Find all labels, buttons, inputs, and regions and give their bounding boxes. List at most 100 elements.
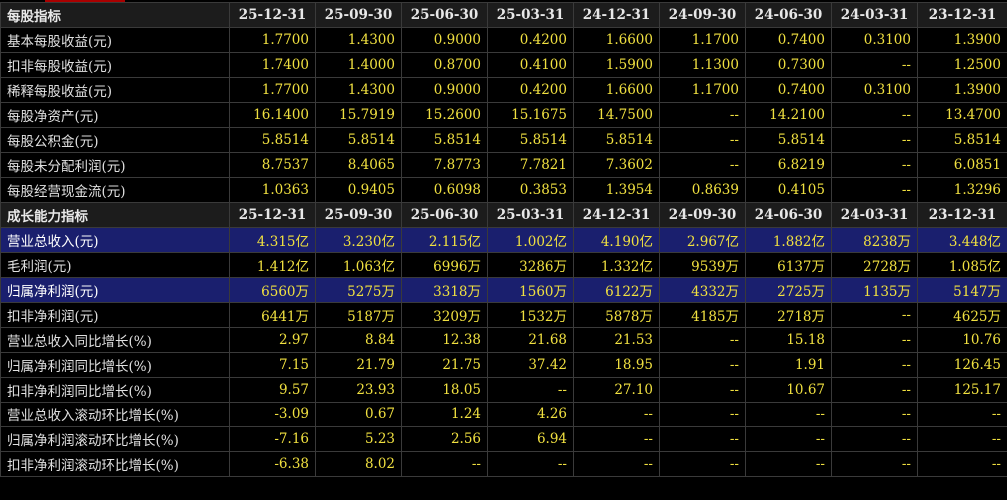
value-cell: -- — [745, 451, 832, 478]
value-cell: 15.7919 — [315, 101, 402, 128]
period-column-header[interactable]: 23-12-31 — [917, 201, 1007, 228]
period-column-header[interactable]: 25-06-30 — [401, 201, 488, 228]
table-row[interactable]: 每股经营现金流(元) 1.0363 0.9405 0.6098 0.3853 1.3954… — [0, 176, 1007, 203]
value-cell: 1.7700 — [229, 26, 316, 53]
period-column-header[interactable]: 25-12-31 — [229, 2, 316, 28]
value-cell: 1.4300 — [315, 76, 402, 103]
value-cell: 6137万 — [745, 251, 832, 278]
value-cell: 9539万 — [659, 251, 746, 278]
value-cell: 5.8514 — [487, 126, 574, 153]
value-cell: 37.42 — [487, 351, 574, 378]
table-row[interactable]: 营业总收入(元) 4.315亿 3.230亿 2.115亿 1.002亿 4.190亿 2.… — [0, 226, 1007, 253]
row-label: 每股净资产(元) — [0, 101, 230, 128]
value-cell: 4.26 — [487, 401, 574, 428]
value-cell: 4332万 — [659, 276, 746, 303]
value-cell: 2.56 — [401, 426, 488, 453]
value-cell: 2725万 — [745, 276, 832, 303]
value-cell: 1.6600 — [573, 76, 660, 103]
table-row[interactable]: 每股未分配利润(元) 8.7537 8.4065 7.8773 7.7821 7.3602… — [0, 151, 1007, 178]
value-cell: -- — [831, 351, 918, 378]
value-cell: 7.8773 — [401, 151, 488, 178]
value-cell: 2.97 — [229, 326, 316, 353]
value-cell: 1.4000 — [315, 51, 402, 78]
value-cell: 18.95 — [573, 351, 660, 378]
table-row[interactable]: 毛利润(元) 1.412亿 1.063亿 6996万 3286万 1.332亿 9539万 6… — [0, 251, 1007, 278]
value-cell: -- — [659, 426, 746, 453]
period-column-header[interactable]: 24-06-30 — [745, 2, 832, 28]
value-cell: 4185万 — [659, 301, 746, 328]
value-cell: 21.68 — [487, 326, 574, 353]
period-column-header[interactable]: 25-03-31 — [487, 2, 574, 28]
value-cell: 3209万 — [401, 301, 488, 328]
table-row[interactable]: 归属净利润滚动环比增长(%) -7.16 5.23 2.56 6.94 -- -- -- -- -… — [0, 426, 1007, 453]
value-cell: 8.84 — [315, 326, 402, 353]
value-cell: 1.6600 — [573, 26, 660, 53]
value-cell: 2.967亿 — [659, 226, 746, 253]
value-cell: -- — [917, 451, 1007, 478]
value-cell: 2728万 — [831, 251, 918, 278]
value-cell: 0.4105 — [745, 176, 832, 203]
period-column-header[interactable]: 24-12-31 — [573, 2, 660, 28]
row-label: 扣非每股收益(元) — [0, 51, 230, 78]
value-cell: 6.94 — [487, 426, 574, 453]
table-row[interactable]: 归属净利润同比增长(%) 7.15 21.79 21.75 37.42 18.95 -- 1.… — [0, 351, 1007, 378]
value-cell: 5147万 — [917, 276, 1007, 303]
period-column-header[interactable]: 24-09-30 — [659, 2, 746, 28]
period-column-header[interactable]: 24-03-31 — [831, 2, 918, 28]
period-column-header[interactable]: 25-09-30 — [315, 2, 402, 28]
table-row[interactable]: 每股公积金(元) 5.8514 5.8514 5.8514 5.8514 5.8514 --… — [0, 126, 1007, 153]
value-cell: -- — [831, 151, 918, 178]
value-cell: 3286万 — [487, 251, 574, 278]
value-cell: 0.9405 — [315, 176, 402, 203]
value-cell: 1.91 — [745, 351, 832, 378]
value-cell: -- — [659, 451, 746, 478]
value-cell: -- — [917, 401, 1007, 428]
period-column-header[interactable]: 24-03-31 — [831, 201, 918, 228]
table-row[interactable]: 营业总收入同比增长(%) 2.97 8.84 12.38 21.68 21.53 -- 15.… — [0, 326, 1007, 353]
value-cell: 1.3900 — [917, 76, 1007, 103]
value-cell: 5.8514 — [745, 126, 832, 153]
value-cell: 0.3853 — [487, 176, 574, 203]
table-row[interactable]: 扣非净利润滚动环比增长(%) -6.38 8.02 -- -- -- -- -- -- -- — [0, 451, 1007, 478]
value-cell: 1.1700 — [659, 76, 746, 103]
value-cell: 13.4700 — [917, 101, 1007, 128]
period-column-header[interactable]: 25-09-30 — [315, 201, 402, 228]
value-cell: 23.93 — [315, 376, 402, 403]
table-row[interactable]: 稀释每股收益(元) 1.7700 1.4300 0.9000 0.4200 1.6600 1… — [0, 76, 1007, 103]
row-label: 稀释每股收益(元) — [0, 76, 230, 103]
value-cell: -- — [659, 401, 746, 428]
row-label: 每股经营现金流(元) — [0, 176, 230, 203]
value-cell: 0.4100 — [487, 51, 574, 78]
value-cell: 0.8700 — [401, 51, 488, 78]
value-cell: -- — [831, 51, 918, 78]
period-column-header[interactable]: 24-09-30 — [659, 201, 746, 228]
section-title[interactable]: 成长能力指标 — [0, 201, 230, 228]
value-cell: 6560万 — [229, 276, 316, 303]
value-cell: 0.9000 — [401, 26, 488, 53]
value-cell: 0.67 — [315, 401, 402, 428]
period-column-header[interactable]: 23-12-31 — [917, 2, 1007, 28]
row-label: 扣非净利润同比增长(%) — [0, 376, 230, 403]
value-cell: 5.23 — [315, 426, 402, 453]
period-column-header[interactable]: 24-12-31 — [573, 201, 660, 228]
table-row[interactable]: 扣非净利润(元) 6441万 5187万 3209万 1532万 5878万 4185万 27… — [0, 301, 1007, 328]
value-cell: 8.02 — [315, 451, 402, 478]
table-row[interactable]: 扣非每股收益(元) 1.7400 1.4000 0.8700 0.4100 1.5900 1… — [0, 51, 1007, 78]
row-label: 基本每股收益(元) — [0, 26, 230, 53]
section-title[interactable]: 每股指标 — [0, 2, 230, 28]
table-row[interactable]: 扣非净利润同比增长(%) 9.57 23.93 18.05 -- 27.10 -- 10.67… — [0, 376, 1007, 403]
value-cell: 6.8219 — [745, 151, 832, 178]
period-column-header[interactable]: 24-06-30 — [745, 201, 832, 228]
table-row[interactable]: 每股净资产(元) 16.1400 15.7919 15.2600 15.1675 14.7… — [0, 101, 1007, 128]
table-row[interactable]: 营业总收入滚动环比增长(%) -3.09 0.67 1.24 4.26 -- -- -- -- -… — [0, 401, 1007, 428]
value-cell: -- — [831, 451, 918, 478]
value-cell: 14.7500 — [573, 101, 660, 128]
table-row[interactable]: 归属净利润(元) 6560万 5275万 3318万 1560万 6122万 4332万 27… — [0, 276, 1007, 303]
period-column-header[interactable]: 25-03-31 — [487, 201, 574, 228]
value-cell: 15.18 — [745, 326, 832, 353]
period-column-header[interactable]: 25-06-30 — [401, 2, 488, 28]
value-cell: 10.76 — [917, 326, 1007, 353]
value-cell: -- — [659, 326, 746, 353]
period-column-header[interactable]: 25-12-31 — [229, 201, 316, 228]
table-row[interactable]: 基本每股收益(元) 1.7700 1.4300 0.9000 0.4200 1.6600 1… — [0, 26, 1007, 53]
